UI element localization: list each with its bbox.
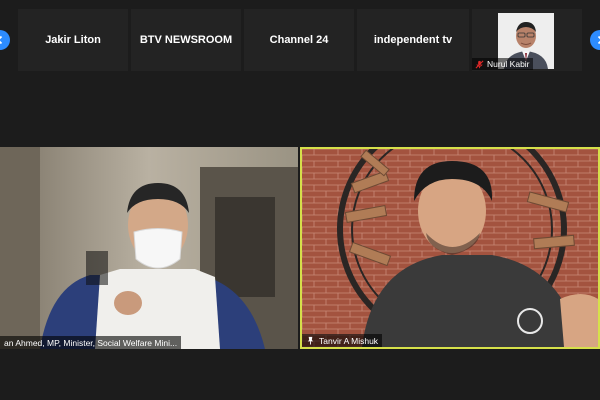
muted-microphone-icon <box>475 60 484 68</box>
participant-name-tag: an Ahmed, MP, Minister, Social Welfare M… <box>0 336 182 349</box>
participant-name: BTV NEWSROOM <box>139 34 233 46</box>
next-page-button[interactable] <box>590 30 600 50</box>
participant-name-tag: Nurul Kabir <box>472 58 533 70</box>
participant-tile-jakir-liton[interactable]: Jakir Liton <box>18 9 128 71</box>
participant-video-feed <box>0 147 298 349</box>
participant-name: independent tv <box>373 34 453 46</box>
participant-name: an Ahmed, MP, Minister, Social Welfare M… <box>4 337 178 348</box>
participant-tile-channel-24[interactable]: Channel 24 <box>244 9 370 71</box>
pin-icon <box>307 336 314 345</box>
thumbnail-strip: Jakir Liton BTV NEWSROOM Channel 24 inde… <box>0 0 600 80</box>
participant-name: Jakir Liton <box>45 34 101 46</box>
participant-tile-independent-tv[interactable]: independent tv <box>357 9 482 71</box>
participant-tile-btv-newsroom[interactable]: BTV NEWSROOM <box>131 9 257 71</box>
previous-page-button[interactable] <box>0 30 10 50</box>
main-video-minister[interactable]: an Ahmed, MP, Minister, Social Welfare M… <box>0 147 298 349</box>
participant-video-feed <box>302 149 598 347</box>
main-video-tanvir-a-mishuk[interactable]: Tanvir A Mishuk <box>300 147 600 349</box>
participant-name: Tanvir A Mishuk <box>319 335 379 346</box>
chevron-right-icon <box>597 35 600 45</box>
participant-name: Nurul Kabir <box>487 59 530 69</box>
participant-name: Channel 24 <box>269 34 329 46</box>
participant-name-tag: Tanvir A Mishuk <box>302 334 383 347</box>
chevron-left-icon <box>0 35 3 45</box>
